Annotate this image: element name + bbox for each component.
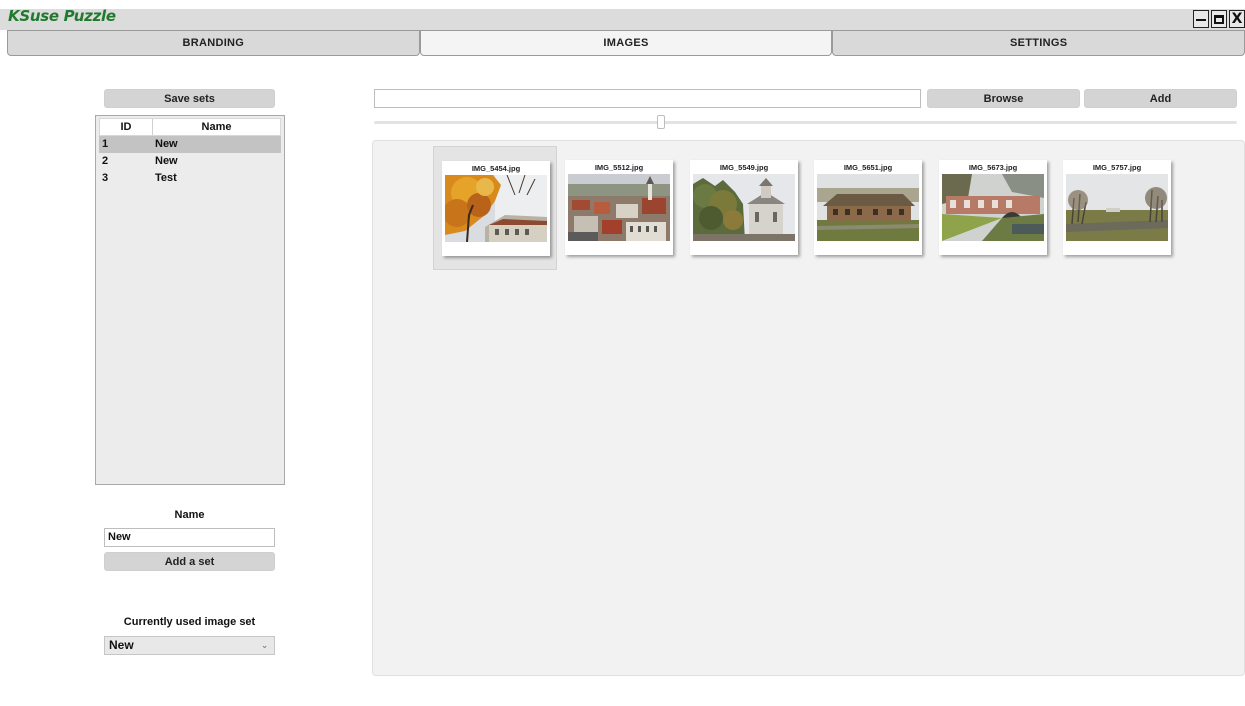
table-row[interactable]: 2 New [99, 153, 281, 170]
column-header-id[interactable]: ID [100, 119, 153, 135]
thumbnail-card: IMG_5454.jpg [442, 161, 550, 256]
thumbnail-size-slider[interactable] [374, 121, 1237, 124]
thumbnail-filename: IMG_5549.jpg [719, 163, 769, 172]
thumbnail-card: IMG_5549.jpg [690, 160, 798, 255]
save-sets-button[interactable]: Save sets [104, 89, 275, 108]
photo-old-town-rooftops [568, 174, 670, 241]
current-set-select[interactable]: New ⌄ [104, 636, 275, 655]
row-id: 1 [102, 138, 109, 150]
thumbnail-filename: IMG_5673.jpg [968, 163, 1018, 172]
title-bar-strip [0, 9, 1245, 30]
table-row[interactable]: 1 New [99, 136, 281, 153]
title-bar: KSuse Puzzle X [0, 0, 1245, 30]
current-set-label: Currently used image set [123, 616, 256, 628]
photo-stone-bridge [942, 174, 1044, 241]
image-thumbnail[interactable]: IMG_5549.jpg [682, 146, 806, 270]
row-id: 3 [102, 172, 109, 184]
set-name-label: Name [174, 509, 205, 521]
image-thumbnail[interactable]: IMG_5651.jpg [806, 146, 930, 270]
window-controls: X [1193, 10, 1245, 28]
tab-images[interactable]: IMAGES [419, 30, 833, 56]
thumbnail-card: IMG_5512.jpg [565, 160, 673, 255]
thumbnail-card: IMG_5651.jpg [814, 160, 922, 255]
close-icon: X [1231, 11, 1243, 27]
tab-bar: BRANDING IMAGES SETTINGS [7, 30, 1245, 56]
thumbnail-filename: IMG_5454.jpg [471, 164, 521, 173]
app-title: KSuse Puzzle [8, 7, 116, 25]
minimize-icon [1196, 18, 1206, 22]
maximize-button[interactable] [1211, 10, 1227, 28]
close-button[interactable]: X [1229, 10, 1245, 28]
image-sets-table[interactable]: ID Name 1 New 2 New 3 Test [95, 115, 285, 485]
set-name-input[interactable]: New [104, 528, 275, 547]
image-gallery: IMG_5454.jpg IMG_5512.jpg IMG_5549.jpg I… [372, 140, 1245, 676]
row-id: 2 [102, 155, 109, 167]
photo-autumn-tree [445, 175, 547, 242]
browse-button[interactable]: Browse [927, 89, 1080, 108]
photo-church-trees [693, 174, 795, 241]
image-thumbnail[interactable]: IMG_5757.jpg [1055, 146, 1179, 270]
current-set-value: New [109, 638, 134, 652]
chevron-down-icon: ⌄ [261, 641, 268, 650]
row-name: Test [155, 172, 177, 184]
table-header: ID Name [99, 118, 281, 136]
thumbnail-filename: IMG_5757.jpg [1092, 163, 1142, 172]
image-thumbnail[interactable]: IMG_5673.jpg [931, 146, 1055, 270]
tab-settings[interactable]: SETTINGS [832, 30, 1245, 56]
add-image-button[interactable]: Add [1084, 89, 1237, 108]
minimize-button[interactable] [1193, 10, 1209, 28]
image-path-input[interactable] [374, 89, 921, 108]
slider-handle[interactable] [657, 115, 665, 129]
column-header-name[interactable]: Name [153, 119, 280, 135]
row-name: New [155, 138, 178, 150]
photo-wooden-house [817, 174, 919, 241]
row-name: New [155, 155, 178, 167]
tab-branding[interactable]: BRANDING [7, 30, 420, 56]
thumbnail-card: IMG_5673.jpg [939, 160, 1047, 255]
thumbnail-filename: IMG_5512.jpg [594, 163, 644, 172]
photo-park-trees [1066, 174, 1168, 241]
table-row[interactable]: 3 Test [99, 170, 281, 187]
thumbnail-card: IMG_5757.jpg [1063, 160, 1171, 255]
add-set-button[interactable]: Add a set [104, 552, 275, 571]
image-thumbnail[interactable]: IMG_5454.jpg [433, 146, 557, 270]
image-thumbnail[interactable]: IMG_5512.jpg [557, 146, 681, 270]
maximize-icon [1214, 14, 1224, 24]
thumbnail-filename: IMG_5651.jpg [843, 163, 893, 172]
app-window: KSuse Puzzle X BRANDING IMAGES SETTINGS … [0, 0, 1245, 706]
